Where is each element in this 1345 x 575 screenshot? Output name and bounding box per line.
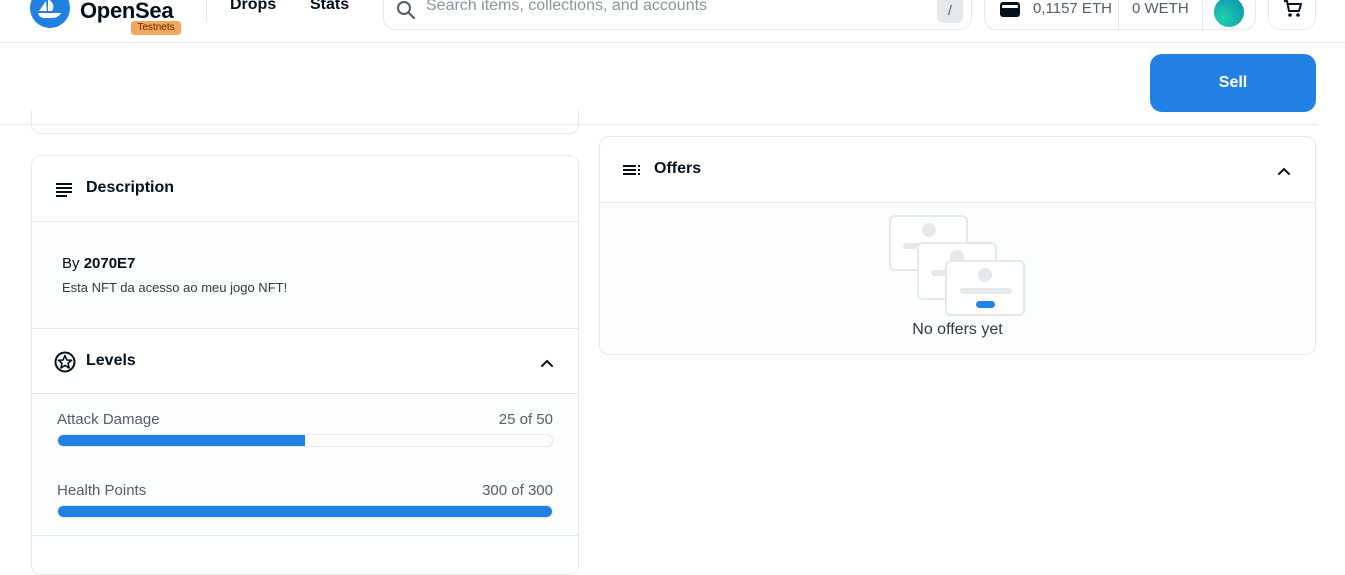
cart-icon (1283, 0, 1303, 24)
previous-card-edge (31, 110, 579, 134)
search-input[interactable] (426, 0, 906, 15)
offers-body: No offers yet (600, 203, 1315, 354)
search-bar[interactable]: / (383, 0, 972, 30)
opensea-logo[interactable]: OpenSea (30, 0, 174, 28)
description-icon (54, 179, 74, 204)
offers-panel: Offers No offers yet (599, 136, 1316, 355)
chevron-up-icon[interactable] (1277, 163, 1291, 181)
wallet-icon (999, 0, 1021, 23)
nav-link-drops[interactable]: Drops (230, 0, 276, 14)
testnet-badge: Testnets (131, 21, 181, 35)
list-icon (622, 160, 644, 185)
chevron-up-icon[interactable] (540, 355, 554, 373)
empty-offers-text: No offers yet (912, 321, 1003, 338)
level-label: Attack Damage (57, 411, 160, 428)
eth-balance: 0,1157 ETH (1033, 0, 1112, 17)
creator-line: By 2070E7 (62, 255, 135, 272)
item-details-panel: Description By 2070E7 Esta NFT da acesso… (31, 155, 579, 575)
level-label: Health Points (57, 482, 147, 499)
weth-balance: 0 WETH (1132, 0, 1189, 17)
offers-title: Offers (654, 160, 702, 177)
by-prefix: By (62, 255, 80, 272)
nav-divider (206, 0, 207, 22)
level-progress-bar (57, 505, 553, 518)
levels-title: Levels (86, 352, 136, 369)
star-icon (54, 351, 76, 378)
creator-link[interactable]: 2070E7 (84, 255, 136, 272)
nav-link-stats[interactable]: Stats (310, 0, 349, 14)
avatar[interactable] (1214, 0, 1244, 27)
description-header[interactable]: Description (32, 156, 578, 222)
level-item: Health Points 300 of 300 (57, 482, 553, 522)
top-navbar: OpenSea Testnets Drops Stats / 0,1157 ET… (0, 0, 1345, 43)
wallet-balance[interactable]: 0,1157 ETH 0 WETH (984, 0, 1256, 31)
description-title: Description (86, 179, 175, 196)
description-body: By 2070E7 Esta NFT da acesso ao meu jogo… (32, 222, 578, 329)
empty-offers-illustration-icon (889, 215, 1029, 322)
wallet-divider (1202, 0, 1203, 31)
offers-header[interactable]: Offers (600, 137, 1315, 203)
cart-button[interactable] (1268, 0, 1316, 30)
search-icon (396, 0, 416, 25)
opensea-logo-icon (30, 0, 70, 28)
level-item: Attack Damage 25 of 50 (57, 411, 553, 451)
level-progress-fill (58, 506, 552, 517)
levels-list: Attack Damage 25 of 50 Health Points 300… (32, 394, 578, 536)
level-progress-bar (57, 434, 553, 447)
level-value: 300 of 300 (482, 482, 553, 499)
search-shortcut-key: / (937, 0, 963, 23)
action-bar-divider (0, 124, 1318, 125)
level-value: 25 of 50 (498, 411, 553, 428)
levels-header[interactable]: Levels (32, 329, 578, 394)
wallet-divider (1118, 0, 1119, 31)
description-text: Esta NFT da acesso ao meu jogo NFT! (62, 280, 288, 295)
level-progress-fill (58, 435, 305, 446)
sell-button[interactable]: Sell (1150, 54, 1316, 112)
